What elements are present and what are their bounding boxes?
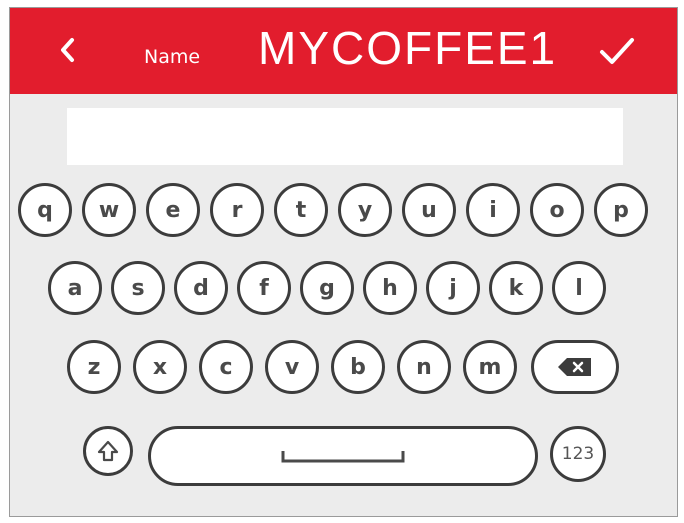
key-n[interactable]: n [397,340,451,394]
key-f[interactable]: f [237,261,291,315]
chevron-left-icon [61,38,74,62]
key-m[interactable]: m [463,340,517,394]
key-k[interactable]: k [489,261,543,315]
key-i[interactable]: i [466,183,520,237]
backspace-key[interactable] [531,340,619,394]
field-label: Name [144,46,201,68]
key-w[interactable]: w [82,183,136,237]
key-d[interactable]: d [174,261,228,315]
key-y[interactable]: y [338,183,392,237]
key-u[interactable]: u [402,183,456,237]
key-s[interactable]: s [111,261,165,315]
key-z[interactable]: z [67,340,121,394]
checkmark-icon [600,38,634,64]
space-bar-icon [281,451,405,463]
back-button[interactable] [46,28,90,72]
key-b[interactable]: b [331,340,385,394]
screen: Name MYCOFFEE1 qwertyuiop asdfghjkl zxcvbn… [9,7,678,517]
key-q[interactable]: q [18,183,72,237]
shift-icon [97,440,119,462]
backspace-icon [558,358,591,376]
key-r[interactable]: r [210,183,264,237]
key-o[interactable]: o [530,183,584,237]
shift-key[interactable] [83,426,133,476]
key-a[interactable]: a [48,261,102,315]
key-v[interactable]: v [265,340,319,394]
key-l[interactable]: l [552,261,606,315]
header-bar: Name MYCOFFEE1 [10,8,677,94]
confirm-button[interactable] [592,26,642,76]
key-e[interactable]: e [146,183,200,237]
key-g[interactable]: g [300,261,354,315]
key-h[interactable]: h [363,261,417,315]
key-x[interactable]: x [133,340,187,394]
name-value: MYCOFFEE1 [258,22,558,74]
key-c[interactable]: c [199,340,253,394]
name-input[interactable] [67,108,623,165]
space-key[interactable] [148,426,538,486]
numbers-key[interactable]: 123 [550,426,606,482]
key-j[interactable]: j [426,261,480,315]
key-p[interactable]: p [594,183,648,237]
key-t[interactable]: t [274,183,328,237]
